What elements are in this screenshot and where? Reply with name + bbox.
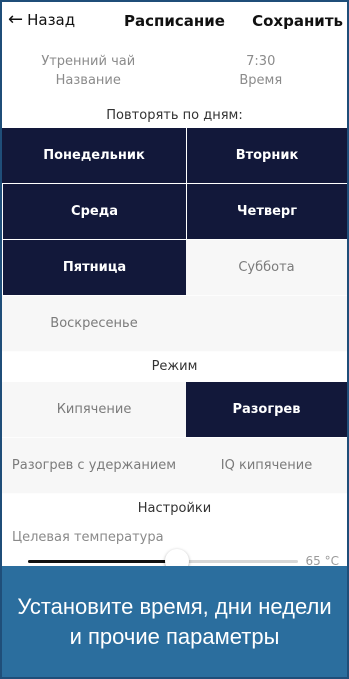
day-friday[interactable]: Пятница (2, 240, 186, 296)
hint-banner: Установите время, дни недели и прочие па… (2, 566, 347, 677)
mode-boil[interactable]: Кипячение (2, 382, 186, 438)
slider-fill (28, 560, 177, 563)
mode-label: Кипячение (56, 402, 132, 417)
navbar: ← Назад Расписание Сохранить (2, 2, 347, 40)
name-value: Утренний чай (41, 54, 136, 69)
day-label: Воскресенье (50, 316, 138, 331)
day-label: Понедельник (43, 148, 145, 163)
save-button[interactable]: Сохранить (252, 12, 343, 30)
mode-heading: Режим (151, 359, 198, 374)
day-saturday[interactable]: Суббота (186, 240, 347, 296)
day-thursday[interactable]: Четверг (186, 184, 347, 240)
mode-iq-boil[interactable]: IQ кипячение (186, 438, 347, 494)
day-label: Вторник (235, 148, 299, 163)
time-label: Время (239, 73, 283, 88)
time-value: 7:30 (246, 54, 276, 69)
day-label: Пятница (62, 260, 127, 275)
mode-heat[interactable]: Разогрев (186, 382, 347, 438)
day-monday[interactable]: Понедельник (2, 128, 186, 184)
time-field[interactable]: 7:30 Время (175, 50, 348, 102)
day-sunday[interactable]: Воскресенье (2, 296, 186, 352)
day-label: Среда (71, 204, 118, 219)
day-label: Четверг (237, 204, 297, 219)
settings-heading: Настройки (137, 501, 212, 516)
name-field[interactable]: Утренний чай Название (2, 50, 175, 102)
target-temperature-label: Целевая температура (12, 530, 164, 545)
day-tuesday[interactable]: Вторник (186, 128, 347, 184)
repeat-heading: Повторять по дням: (106, 108, 243, 123)
hint-text: Установите время, дни недели и прочие па… (17, 593, 332, 649)
mode-label: IQ кипячение (220, 458, 313, 473)
mode-label: Разогрев (232, 402, 301, 417)
mode-grid: Кипячение Разогрев Разогрев с удержанием… (2, 382, 347, 494)
mode-heat-hold[interactable]: Разогрев с удержанием (2, 438, 186, 494)
day-label: Суббота (238, 260, 295, 275)
empty-cell (186, 296, 347, 352)
days-grid: Понедельник Вторник Среда Четверг Пятниц… (2, 128, 347, 352)
day-wednesday[interactable]: Среда (2, 184, 186, 240)
schedule-fields: Утренний чай Название 7:30 Время (2, 50, 347, 102)
name-label: Название (55, 73, 121, 88)
mode-label: Разогрев с удержанием (11, 458, 177, 473)
